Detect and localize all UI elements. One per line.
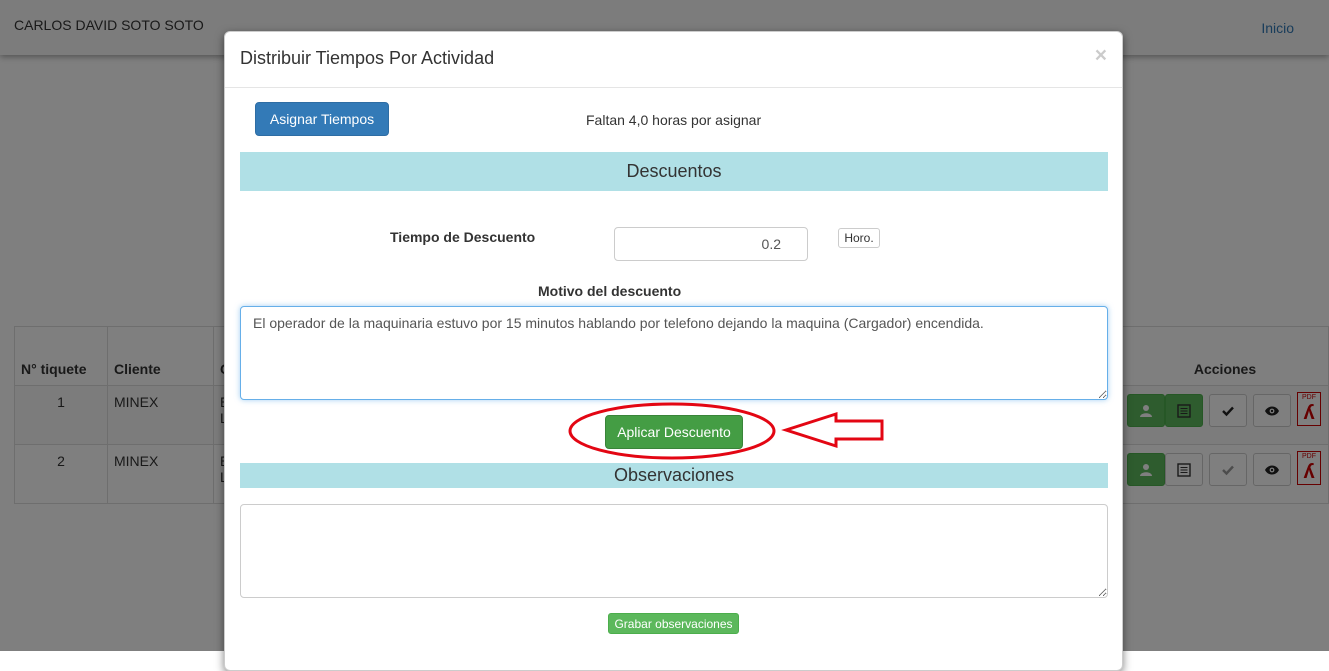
discount-time-input[interactable] <box>614 227 808 261</box>
discounts-section-header: Descuentos <box>240 152 1108 191</box>
assign-times-button[interactable]: Asignar Tiempos <box>255 102 389 136</box>
remaining-hours-text: Faltan 4,0 horas por asignar <box>586 112 762 128</box>
save-observations-button[interactable]: Grabar observaciones <box>608 613 739 634</box>
unit-label: Horo. <box>838 228 880 248</box>
discount-time-label: Tiempo de Descuento <box>390 229 536 245</box>
discount-reason-textarea[interactable]: El operador de la maquinaria estuvo por … <box>240 306 1108 400</box>
observations-textarea[interactable] <box>240 504 1108 598</box>
close-icon[interactable]: × <box>1095 44 1107 68</box>
discount-reason-label: Motivo del descuento <box>538 283 682 299</box>
distribute-times-modal: Distribuir Tiempos Por Actividad × Asign… <box>224 31 1123 671</box>
observations-section-header: Observaciones <box>240 463 1108 488</box>
modal-header: Distribuir Tiempos Por Actividad × <box>225 32 1122 88</box>
modal-title: Distribuir Tiempos Por Actividad <box>240 48 495 68</box>
apply-discount-button[interactable]: Aplicar Descuento <box>605 415 743 449</box>
